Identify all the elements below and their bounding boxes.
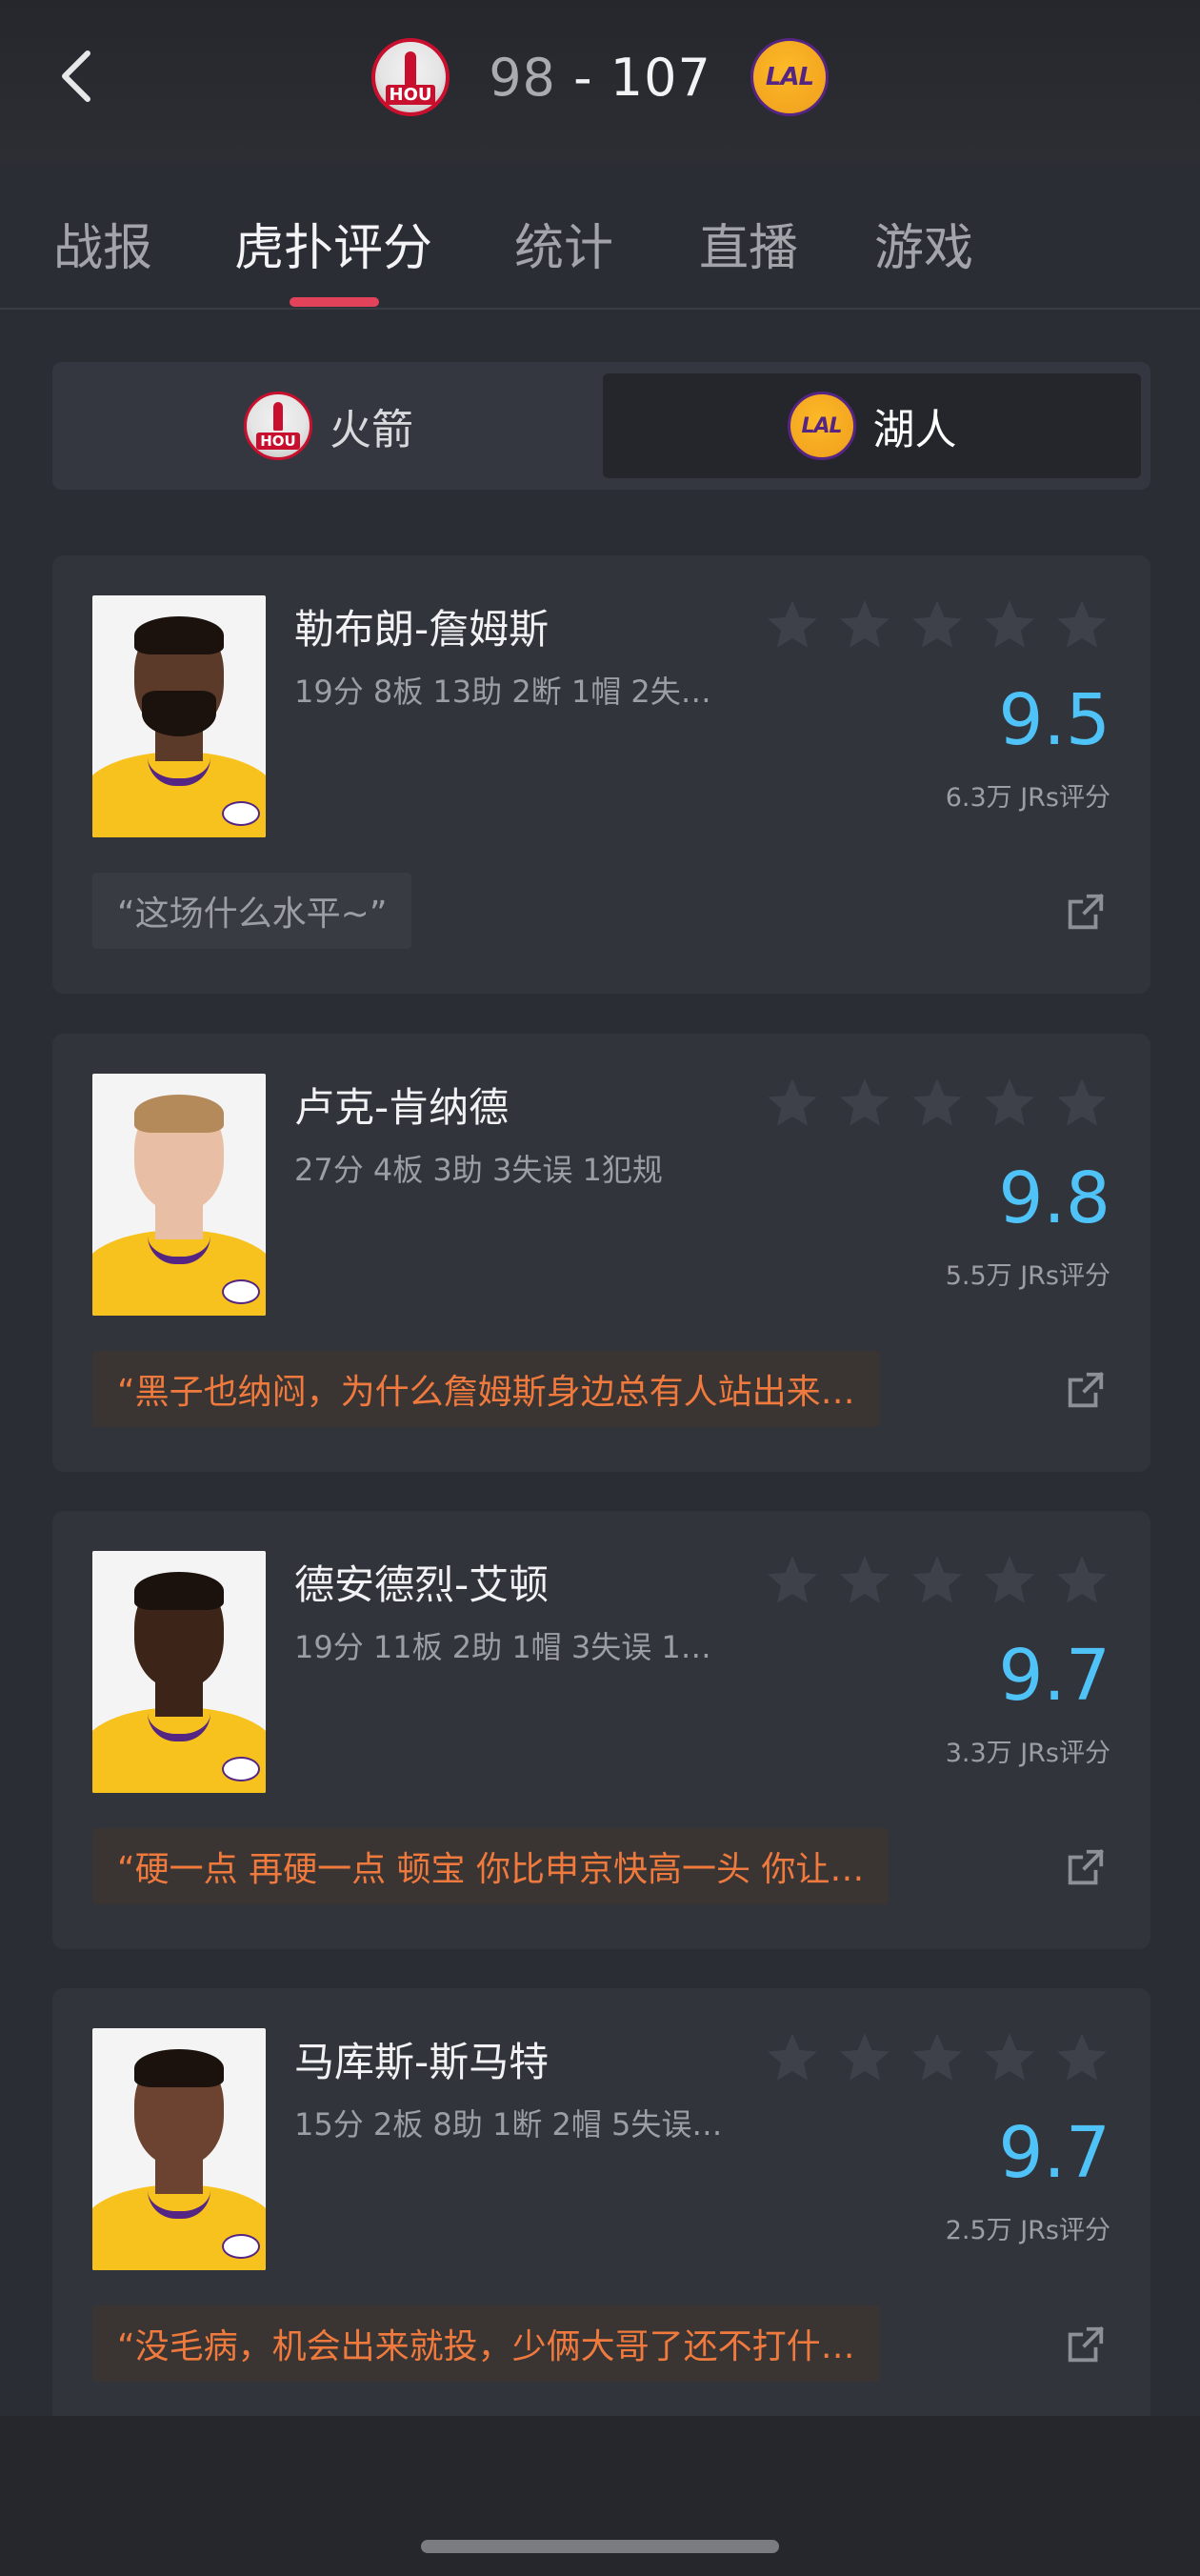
star-icon[interactable]	[1052, 1074, 1111, 1133]
star-icon[interactable]	[1052, 595, 1111, 654]
scoreboard: HOU 98 - 107 LAL	[371, 36, 829, 118]
active-tab-indicator	[290, 297, 379, 307]
share-icon	[1068, 1849, 1104, 1885]
player-name: 马库斯-斯马特	[294, 2039, 550, 2085]
share-icon	[1068, 894, 1104, 930]
star-icon[interactable]	[835, 1074, 894, 1133]
home-indicator[interactable]	[421, 2540, 779, 2553]
star-icon[interactable]	[835, 2028, 894, 2087]
star-icon[interactable]	[835, 1551, 894, 1610]
rating-count: 6.3万 JRs评分	[945, 783, 1110, 813]
player-rating: 9.5	[998, 679, 1110, 761]
star-icon[interactable]	[763, 1074, 822, 1133]
player-name: 卢克-肯纳德	[294, 1084, 510, 1131]
share-icon	[1068, 1372, 1104, 1408]
star-icon[interactable]	[763, 2028, 822, 2087]
star-icon[interactable]	[1052, 1551, 1111, 1610]
lakers-logo: LAL	[787, 392, 856, 460]
player-card[interactable]: 卢克-肯纳德 27分 4板 3助 3失误 1犯规 9.8 5.5万 JRs评分 …	[52, 1034, 1150, 1472]
share-icon	[1068, 2326, 1104, 2363]
tab-games[interactable]: 游戏	[874, 210, 973, 277]
player-card[interactable]: 德安德烈-艾顿 19分 11板 2助 1帽 3失误 1… 9.7 3.3万 JR…	[52, 1511, 1150, 1949]
top-comment[interactable]: “硬一点 再硬一点 顿宝 你比申京快高一头 你让…	[92, 1828, 890, 1904]
star-icon[interactable]	[908, 1551, 967, 1610]
rating-count: 5.5万 JRs评分	[945, 1261, 1110, 1291]
rating-count: 3.3万 JRs评分	[945, 1739, 1110, 1768]
star-icon[interactable]	[908, 1074, 967, 1133]
tab-hupu-rating[interactable]: 虎扑评分	[234, 210, 432, 277]
rating-stars[interactable]	[763, 595, 1111, 654]
top-comment[interactable]: “这场什么水平~”	[92, 873, 412, 949]
top-comment[interactable]: “没毛病，机会出来就投，少俩大哥了还不打什…	[92, 2305, 880, 2382]
player-photo	[92, 1551, 266, 1793]
tab-stats[interactable]: 统计	[514, 210, 613, 277]
rockets-logo: HOU	[244, 392, 312, 460]
star-icon[interactable]	[1052, 2028, 1111, 2087]
player-name: 德安德烈-艾顿	[294, 1561, 550, 1608]
rating-stars[interactable]	[763, 1551, 1111, 1610]
player-rating: 9.7	[998, 2112, 1110, 2194]
segment-lakers[interactable]: LAL 湖人	[603, 373, 1141, 478]
player-name: 勒布朗-詹姆斯	[294, 606, 550, 653]
back-button[interactable]	[48, 43, 105, 110]
star-icon[interactable]	[980, 1074, 1039, 1133]
share-button[interactable]	[1063, 1369, 1107, 1413]
score-separator: -	[555, 47, 610, 108]
star-icon[interactable]	[908, 2028, 967, 2087]
share-button[interactable]	[1063, 891, 1107, 935]
tab-report[interactable]: 战报	[53, 210, 152, 277]
player-rating: 9.7	[998, 1635, 1110, 1717]
away-score: 107	[610, 47, 711, 108]
player-stats: 15分 2板 8助 1断 2帽 5失误…	[294, 2106, 723, 2143]
star-icon[interactable]	[835, 595, 894, 654]
share-button[interactable]	[1063, 2324, 1107, 2367]
top-comment[interactable]: “黑子也纳闷，为什么詹姆斯身边总有人站出来…	[92, 1351, 880, 1427]
rating-count: 2.5万 JRs评分	[945, 2216, 1110, 2245]
star-icon[interactable]	[763, 1551, 822, 1610]
chevron-left-icon	[62, 50, 90, 102]
player-rating: 9.8	[998, 1157, 1110, 1239]
player-photo	[92, 2028, 266, 2270]
game-header: HOU 98 - 107 LAL	[0, 0, 1200, 162]
lakers-logo[interactable]: LAL	[750, 38, 829, 116]
star-icon[interactable]	[980, 2028, 1039, 2087]
rating-stars[interactable]	[763, 1074, 1111, 1133]
player-stats: 27分 4板 3助 3失误 1犯规	[294, 1152, 663, 1188]
player-photo	[92, 1074, 266, 1316]
player-card[interactable]: 勒布朗-詹姆斯 19分 8板 13助 2断 1帽 2失… 9.5 6.3万 JR…	[52, 555, 1150, 994]
share-button[interactable]	[1063, 1846, 1107, 1890]
segment-label-rockets: 火箭	[330, 406, 413, 454]
player-card[interactable]: 马库斯-斯马特 15分 2板 8助 1断 2帽 5失误… 9.7 2.5万 JR…	[52, 1988, 1150, 2416]
rockets-logo[interactable]: HOU	[371, 38, 450, 116]
player-photo	[92, 595, 266, 837]
home-score: 98	[489, 47, 556, 108]
tab-live[interactable]: 直播	[699, 210, 798, 277]
star-icon[interactable]	[908, 595, 967, 654]
tab-bar: 战报 虎扑评分 统计 直播 游戏	[0, 191, 1200, 310]
rating-stars[interactable]	[763, 2028, 1111, 2087]
game-score: 98 - 107	[489, 48, 711, 108]
star-icon[interactable]	[763, 595, 822, 654]
star-icon[interactable]	[980, 595, 1039, 654]
team-segment-control: HOU 火箭 LAL 湖人	[52, 362, 1150, 490]
star-icon[interactable]	[980, 1551, 1039, 1610]
player-stats: 19分 8板 13助 2断 1帽 2失…	[294, 674, 711, 710]
segment-label-lakers: 湖人	[872, 406, 957, 454]
segment-rockets[interactable]: HOU 火箭	[62, 373, 595, 478]
player-stats: 19分 11板 2助 1帽 3失误 1…	[294, 1629, 711, 1665]
